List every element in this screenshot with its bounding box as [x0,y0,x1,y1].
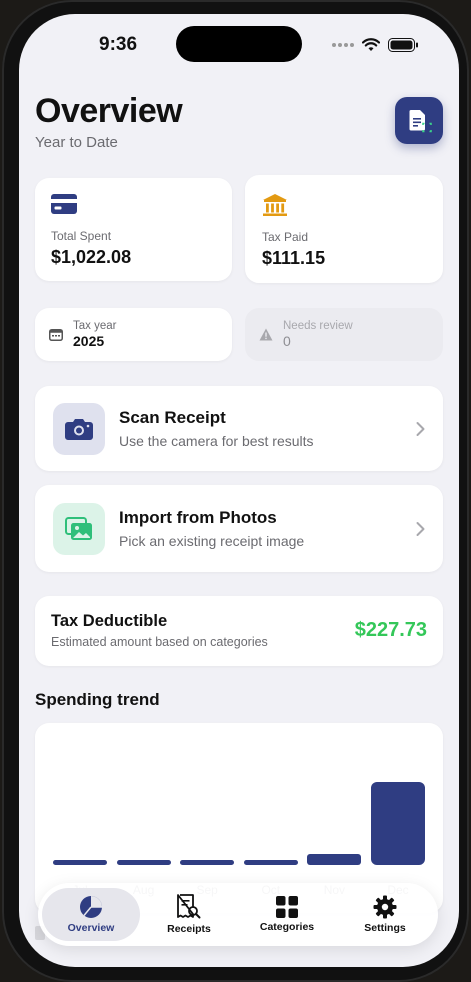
tax-paid-label: Tax Paid [262,230,309,244]
camera-icon [65,418,93,440]
scan-icon-box [53,402,105,455]
grid-icon [276,896,298,918]
chart-bar-fill [116,860,171,865]
section-title-spending-trend: Spending trend [35,690,160,709]
tax-paid-card[interactable]: Tax Paid $111.15 [245,175,443,283]
chart-bar-fill [307,853,362,865]
total-spent-label: Total Spent [51,229,112,243]
scan-receipt-title: Scan Receipt [119,408,226,427]
signal-icon [332,43,354,47]
tab-bar: Overview Receipts Categories Settings [38,883,438,946]
dynamic-island [176,26,302,62]
tab-receipts[interactable]: Receipts [140,888,238,941]
tab-settings[interactable]: Settings [336,888,434,941]
import-photos-title: Import from Photos [119,508,277,527]
chart-bar-aug [116,860,171,865]
chart-bar-fill [53,860,107,865]
status-time: 9:36 [99,34,138,55]
tab-settings-label: Settings [364,922,406,934]
total-spent-card[interactable]: Total Spent $1,022.08 [35,178,232,281]
export-report-button[interactable] [395,97,443,144]
tab-categories[interactable]: Categories [238,888,336,941]
chart-bar-dec [371,782,425,865]
scan-receipt-subtitle: Use the camera for best results [119,433,314,449]
import-photos-button[interactable]: Import from Photos Pick an existing rece… [35,485,443,572]
tax-year-value: 2025 [73,333,105,349]
gear-icon [373,895,397,919]
needs-review-value: 0 [283,333,291,349]
page-subtitle: Year to Date [35,134,118,151]
wifi-icon [362,38,380,51]
status-icons [332,38,419,52]
receipt-search-icon [177,894,201,919]
tab-overview[interactable]: Overview [42,888,140,941]
tax-year-label: Tax year [73,320,117,332]
total-spent-value: $1,022.08 [51,247,132,267]
chart-bar-jul [53,860,107,865]
chart-bar-nov [307,853,362,865]
import-icon-box [53,502,105,555]
warning-icon [259,328,273,341]
page-title: Overview [35,92,183,130]
tax-deductible-card[interactable]: Tax Deductible Estimated amount based on… [35,596,443,666]
chart-bar-fill [243,860,298,865]
chart-bar-sep [180,860,235,865]
chart-bar-fill [180,860,235,865]
tab-overview-label: Overview [67,922,115,934]
chart-bar-oct [243,860,298,865]
tax-year-card[interactable]: Tax year 2025 [35,308,232,361]
scan-receipt-button[interactable]: Scan Receipt Use the camera for best res… [35,386,443,471]
tax-paid-value: $111.15 [262,248,326,268]
calendar-icon [49,329,63,341]
chevron-right-icon [416,521,425,536]
credit-card-icon [51,194,77,214]
bank-icon [263,194,287,216]
photos-icon [65,516,92,540]
battery-icon [388,38,418,52]
tab-receipts-label: Receipts [167,923,211,935]
phone-frame: 9:36 Overview Year to Date Total Spent $… [2,0,469,982]
needs-review-label: Needs review [283,320,353,332]
pie-chart-icon [80,896,102,918]
screen: 9:36 Overview Year to Date Total Spent $… [19,14,459,967]
document-scan-icon [409,109,432,132]
chevron-right-icon [416,421,425,436]
needs-review-card[interactable]: Needs review 0 [245,308,443,361]
import-photos-subtitle: Pick an existing receipt image [119,533,305,549]
tab-categories-label: Categories [259,921,315,933]
tax-deductible-amount: $227.73 [354,619,427,641]
chart-bar-fill [371,782,425,865]
